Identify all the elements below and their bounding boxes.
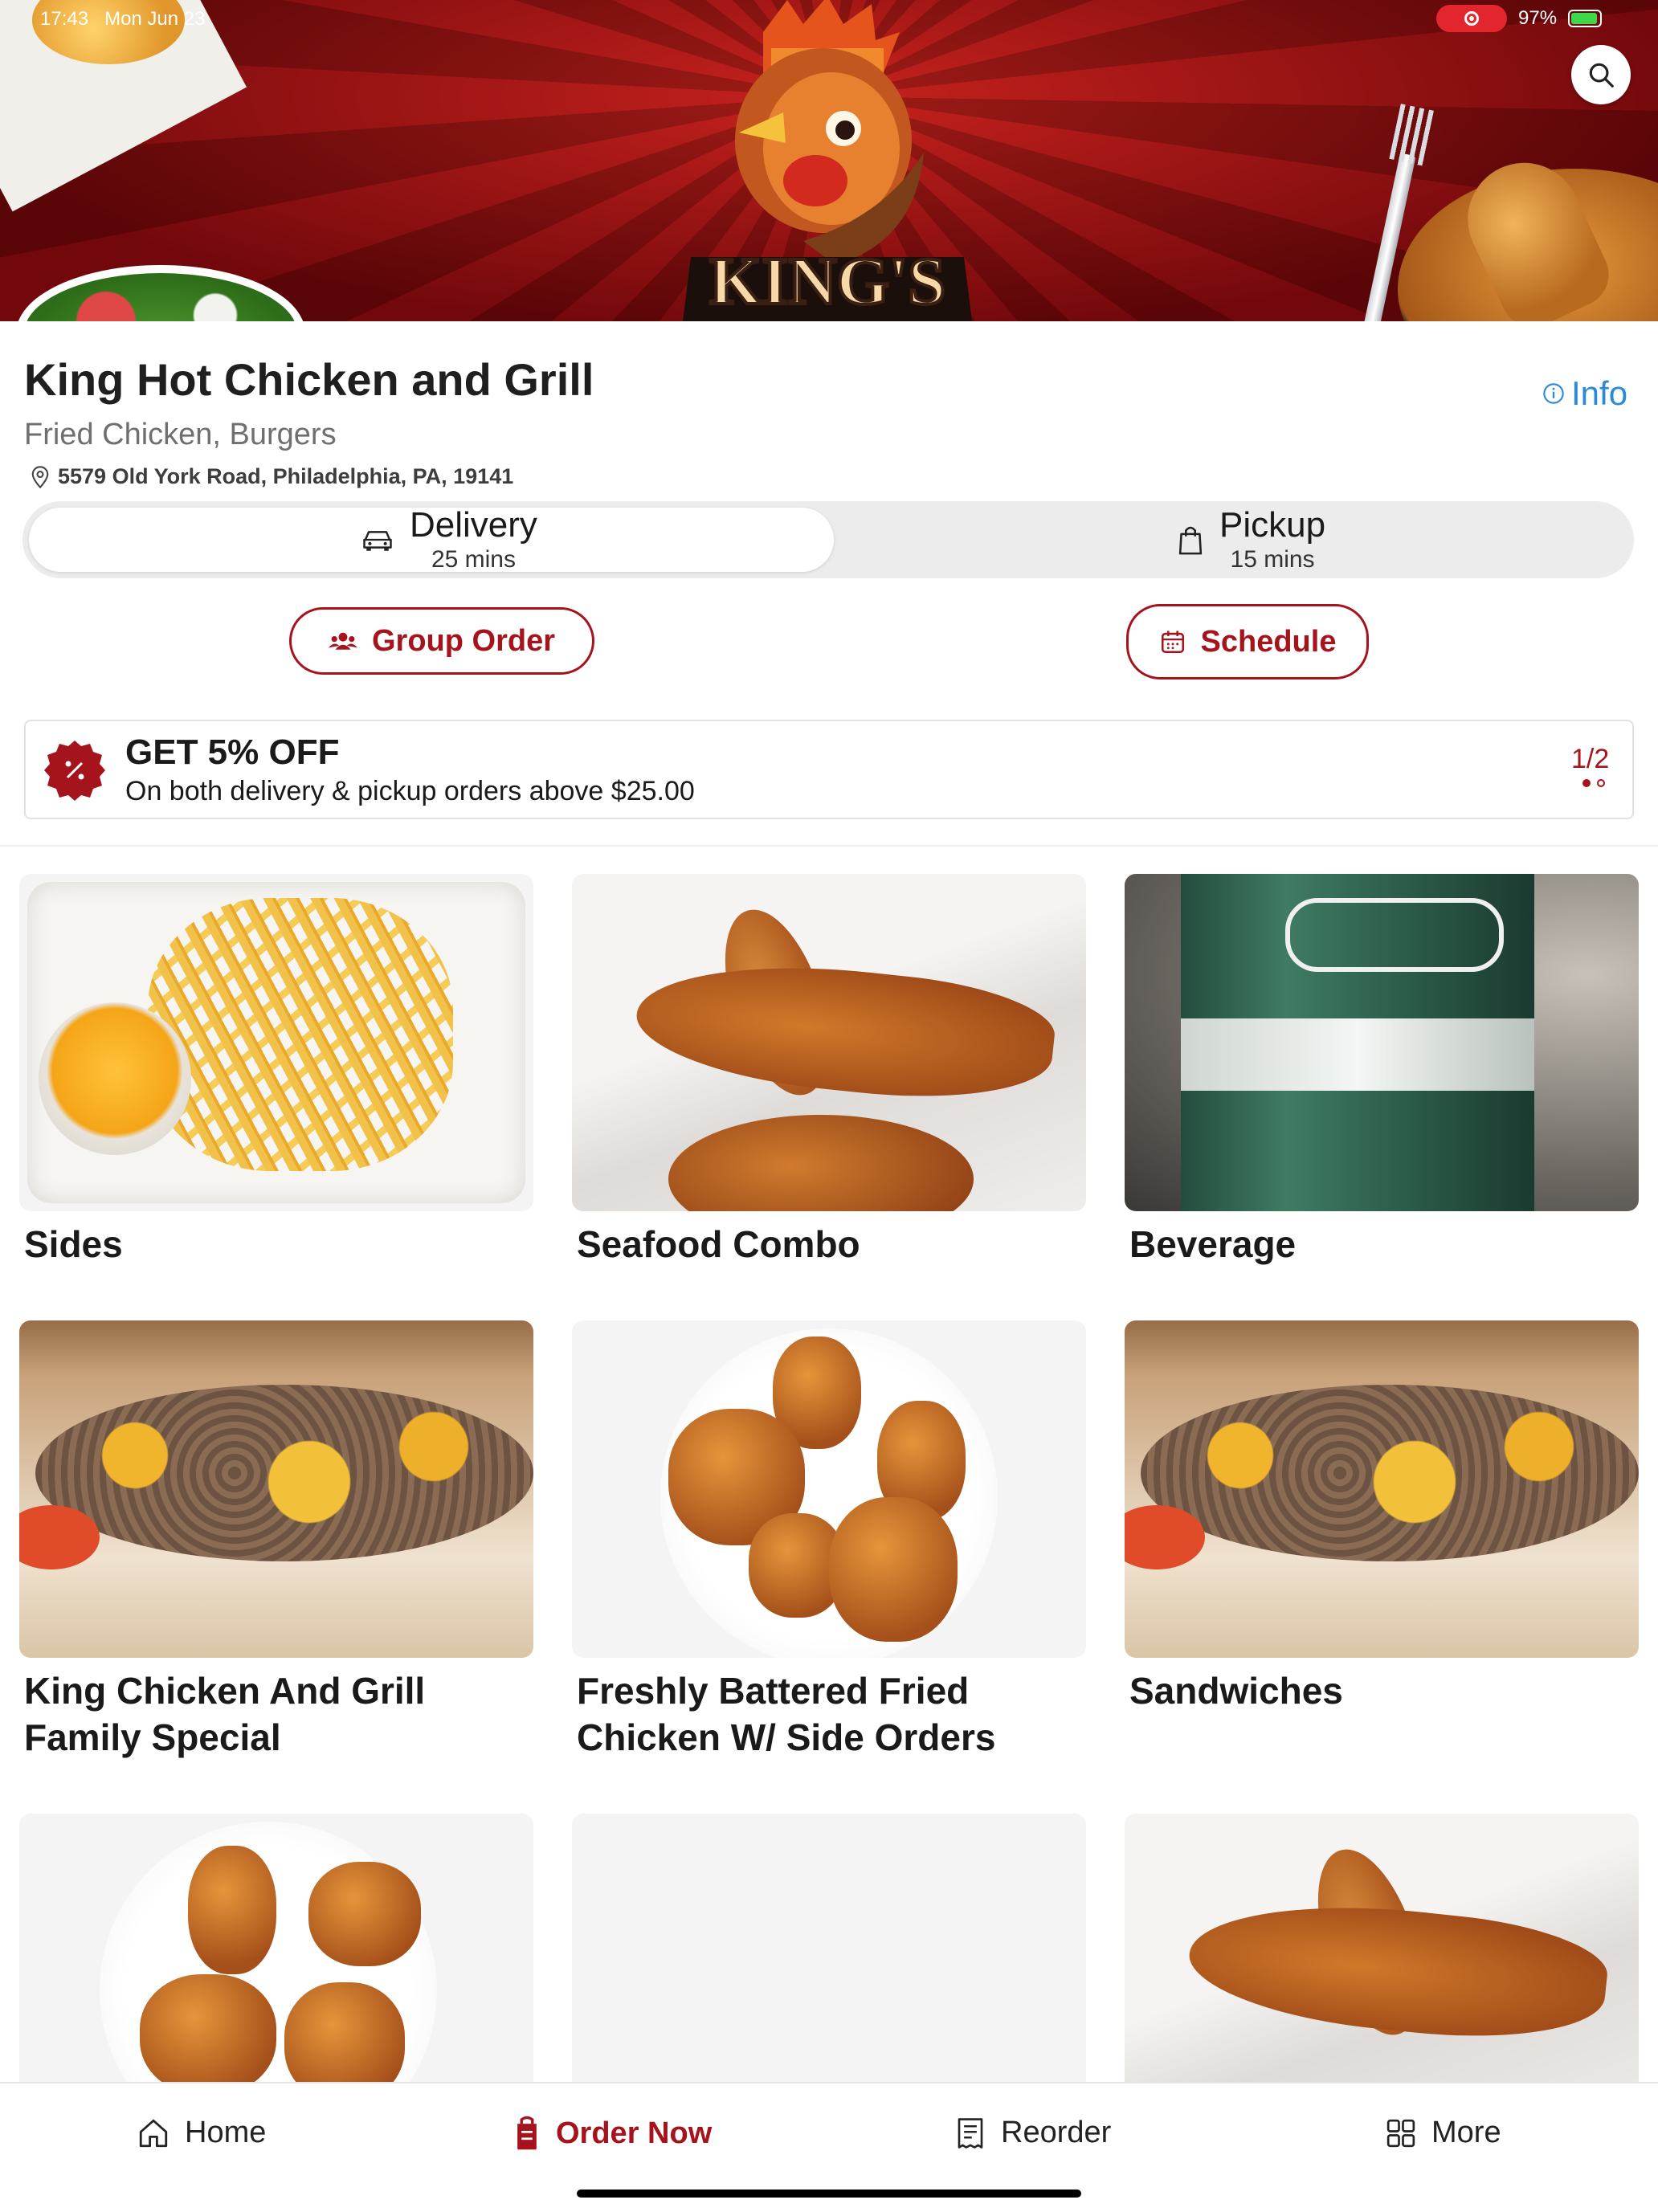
tab-reorder-label: Reorder [1001,2116,1112,2149]
menu-category-card[interactable]: Sandwiches [1125,1320,1639,1714]
tab-reorder[interactable]: Reorder [954,2116,1111,2150]
category-image-family-special [19,1320,533,1658]
menu-category-card[interactable]: Freshly Battered Fried Chicken W/ Side O… [572,1320,1086,1761]
menu-category-card[interactable]: Seafood Combo [572,874,1086,1267]
promo-banner[interactable]: GET 5% OFF On both delivery & pickup ord… [24,720,1634,819]
category-image-beverage [1125,874,1639,1211]
info-label: Info [1571,374,1628,412]
logo-text: KING'S [709,244,945,319]
menu-category-card[interactable]: Sides [19,874,533,1267]
hero-banner: KING'S 17:43 Mon Jun 23 97% [0,0,1658,321]
status-date: Mon Jun 23 [104,8,206,30]
restaurant-cuisine: Fried Chicken, Burgers [24,418,337,451]
category-image-sandwiches [1125,1320,1639,1658]
tab-order-now[interactable]: Order Now [513,2116,712,2151]
location-pin-icon [31,465,49,488]
group-order-button[interactable]: Group Order [289,607,594,675]
menu-category-card[interactable]: King Chicken And Grill Family Special [19,1320,533,1761]
fulfillment-toggle: Delivery 25 mins Pickup 15 mins [22,501,1634,578]
promo-pagination[interactable] [1582,779,1605,787]
tab-home[interactable]: Home [137,2116,266,2150]
home-icon [139,2119,168,2147]
category-name: King Chicken And Grill Family Special [24,1670,426,1758]
category-name: Freshly Battered Fried Chicken W/ Side O… [577,1670,996,1758]
status-time: 17:43 [40,8,89,30]
info-icon [1543,383,1564,404]
promo-title: GET 5% OFF [125,733,340,772]
tab-more[interactable]: More [1385,2116,1501,2150]
restaurant-name: King Hot Chicken and Grill [24,354,594,405]
pickup-time: 15 mins [1230,546,1315,573]
search-button[interactable] [1571,45,1631,104]
battery-icon [1568,10,1603,27]
delivery-label: Delivery [410,505,537,545]
group-order-label: Group Order [371,623,556,658]
pickup-label: Pickup [1219,505,1326,545]
order-now-icon [517,2116,537,2150]
category-name: Sides [24,1223,123,1265]
screen-recording-indicator [1436,5,1507,32]
pickup-option[interactable]: Pickup 15 mins [1176,501,1325,578]
calendar-icon [1161,631,1184,654]
info-link[interactable]: Info [1542,374,1627,413]
menu-category-card[interactable]: Beverage [1125,874,1639,1267]
shopping-bag-icon [1178,526,1203,555]
status-right: 97% [1436,5,1603,32]
search-icon [1589,63,1614,88]
schedule-button[interactable]: Schedule [1126,604,1369,680]
section-divider [0,845,1658,847]
category-image-seafood [572,874,1086,1211]
grid-icon [1386,2119,1415,2147]
tab-more-label: More [1431,2116,1501,2149]
category-name: Sandwiches [1129,1670,1343,1712]
percent-badge-icon [44,741,105,801]
home-indicator[interactable] [577,2190,1081,2198]
tab-home-label: Home [185,2116,267,2149]
delivery-option[interactable]: Delivery 25 mins [360,501,537,578]
receipt-icon [958,2117,983,2149]
category-image-sides [19,874,533,1211]
category-image-fried-chicken [572,1320,1086,1658]
schedule-label: Schedule [1200,624,1337,659]
restaurant-address: 5579 Old York Road, Philadelphia, PA, 19… [58,464,514,488]
promo-description: On both delivery & pickup orders above $… [125,776,695,806]
restaurant-address-row: 5579 Old York Road, Philadelphia, PA, 19… [29,464,513,489]
car-icon [363,531,392,551]
category-name: Beverage [1129,1223,1297,1265]
promo-counter: 1/2 [1571,744,1610,774]
battery-percent: 97% [1518,7,1558,29]
group-icon [328,632,357,650]
delivery-time: 25 mins [431,546,516,573]
category-name: Seafood Combo [577,1223,860,1265]
restaurant-logo: KING'S [683,0,972,321]
tab-order-now-label: Order Now [556,2116,713,2150]
